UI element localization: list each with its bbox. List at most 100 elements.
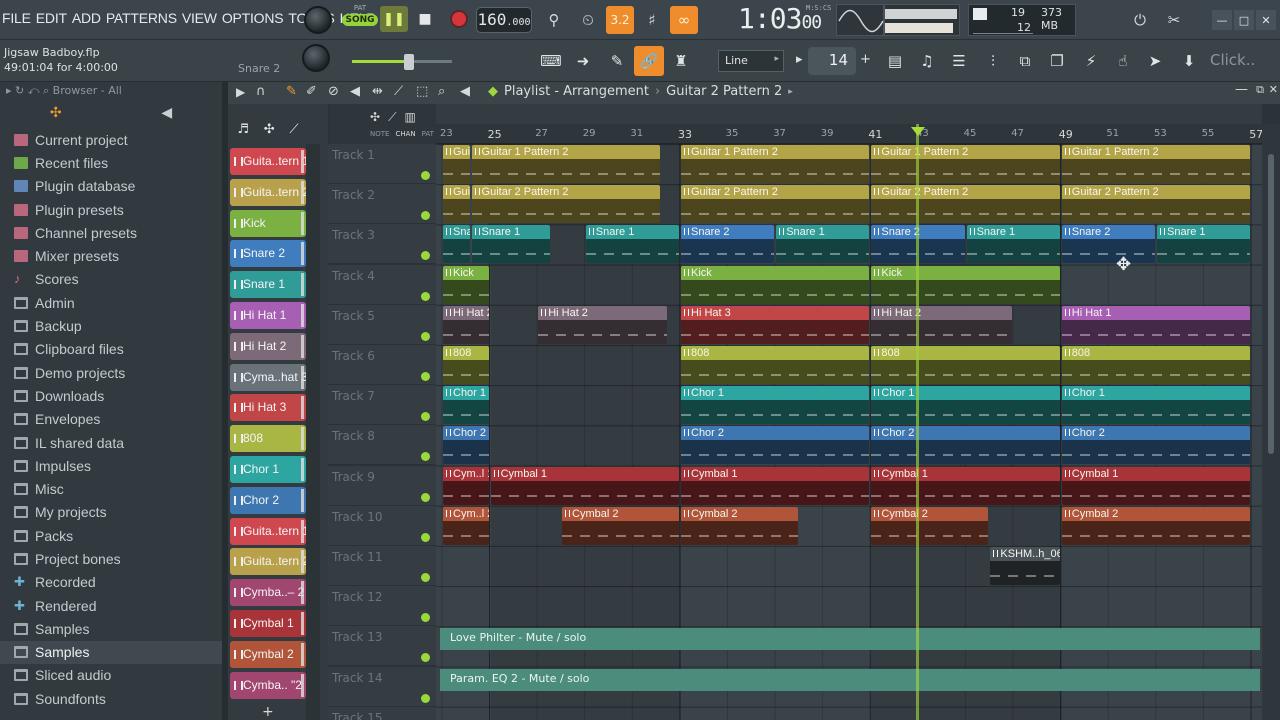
pattern-clip[interactable]: Snare 1: [1157, 225, 1251, 264]
track-header[interactable]: Track 6: [328, 345, 436, 385]
track-header[interactable]: Track 12: [328, 586, 436, 627]
chan-mode-icon[interactable]: ⟋: [388, 110, 396, 125]
pattern-clip[interactable]: Hi Hat 3: [681, 305, 870, 344]
pattern-clip[interactable]: Chor 1: [1061, 386, 1251, 425]
browser-item[interactable]: Demo projects: [0, 361, 222, 384]
panel-minimize-icon[interactable]: —: [1235, 82, 1248, 97]
stop-button[interactable]: ■: [412, 6, 438, 32]
track-header[interactable]: Track 7: [328, 385, 436, 426]
pattern-item[interactable]: 808: [230, 425, 306, 453]
menu-file[interactable]: FILE: [2, 10, 31, 26]
browser-item[interactable]: ✚ Rendered: [0, 594, 222, 617]
piano-roll-icon[interactable]: ♫: [912, 46, 942, 76]
browser-item[interactable]: Soundfonts: [0, 687, 222, 710]
step-edit-button[interactable]: 3.2: [606, 6, 634, 34]
playhead-marker[interactable]: [911, 127, 925, 136]
browser-item[interactable]: Envelopes: [0, 408, 222, 431]
pattern-clip[interactable]: Guitar 2 Pattern 2: [681, 185, 870, 224]
magnet-icon[interactable]: ∩: [256, 84, 266, 99]
browser-item[interactable]: Downloads: [0, 384, 222, 407]
maximize-icon[interactable]: □: [1234, 10, 1254, 30]
paint-icon[interactable]: ✐: [306, 84, 317, 99]
pattern-clip[interactable]: 808: [443, 346, 489, 384]
track-enable-led[interactable]: [421, 331, 430, 341]
playlist-overview[interactable]: [436, 104, 1262, 124]
send-icon[interactable]: ➤: [1140, 46, 1170, 76]
pattern-clip[interactable]: Snare 1: [471, 225, 551, 264]
browser-item[interactable]: Samples: [0, 640, 222, 664]
speaker-icon[interactable]: ◀: [460, 84, 470, 99]
pattern-clip[interactable]: Cym..l 1: [443, 466, 489, 505]
link-small-icon[interactable]: ⟋: [289, 122, 298, 137]
pause-button[interactable]: ❚❚: [380, 6, 408, 32]
track-header[interactable]: Track 9: [328, 465, 436, 506]
pattern-item[interactable]: Kick: [230, 209, 306, 237]
pattern-clip[interactable]: Kick: [443, 265, 489, 304]
loop-record-icon[interactable]: ∞: [670, 6, 698, 34]
pattern-clip[interactable]: Chor 1: [681, 386, 870, 425]
browser-item[interactable]: ♪ Scores: [0, 268, 222, 291]
pattern-clip[interactable]: Cymbal 1: [1061, 466, 1251, 505]
pattern-clip[interactable]: Chor 2: [443, 426, 489, 465]
browser-item[interactable]: Project bones: [0, 547, 222, 570]
link-icon[interactable]: 🔗: [634, 46, 664, 76]
panel-maximize-icon[interactable]: ⧉: [1256, 83, 1264, 97]
pattern-clip[interactable]: Cymbal 1: [490, 466, 679, 505]
track-enable-led[interactable]: [421, 372, 430, 381]
track-enable-led[interactable]: [421, 412, 430, 422]
touch-icon[interactable]: ☝: [1108, 46, 1138, 76]
slice-icon[interactable]: ⟋: [394, 84, 403, 99]
track-enable-led[interactable]: [421, 532, 430, 542]
pattern-clip[interactable]: Cym..l 2: [443, 506, 489, 545]
pattern-clip[interactable]: Guitar 2 Pattern 2: [471, 185, 660, 224]
track-header[interactable]: Track 10: [328, 505, 436, 546]
browser-item[interactable]: Clipboard files: [0, 338, 222, 361]
pattern-clip[interactable]: 808: [681, 346, 870, 384]
pattern-clip[interactable]: Guitar 2 Pattern 2: [871, 185, 1060, 224]
browser-item[interactable]: Admin: [0, 291, 222, 314]
pattern-clip[interactable]: Cymbal 1: [681, 466, 870, 505]
track-enable-led[interactable]: [421, 492, 430, 502]
track-enable-led[interactable]: [421, 251, 430, 261]
close-icon[interactable]: ✕: [1256, 10, 1276, 30]
pattern-item[interactable]: Snare 2: [230, 240, 306, 268]
mute-icon[interactable]: ◀: [350, 84, 360, 99]
track-header[interactable]: Track 13: [328, 626, 436, 667]
record-button[interactable]: [446, 6, 472, 32]
pattern-clip[interactable]: Guitar 1 Pattern 2: [1061, 145, 1251, 183]
pattern-item[interactable]: Chor 1: [230, 456, 306, 483]
panel-close-icon[interactable]: ✕: [1269, 83, 1278, 96]
arrow-right-icon[interactable]: ➜: [568, 46, 598, 76]
move-icon[interactable]: ✣: [264, 122, 275, 137]
browser-item[interactable]: My projects: [0, 501, 222, 524]
pattern-clip[interactable]: Cymbal 2: [1061, 506, 1251, 545]
browser-item[interactable]: Backup: [0, 314, 222, 337]
channel-rack-icon[interactable]: ☰: [944, 46, 974, 76]
pattern-item[interactable]: Hi Hat 2: [230, 332, 306, 360]
pattern-clip[interactable]: Hi Hat 2: [443, 305, 489, 344]
pattern-item[interactable]: Cymbal 2: [230, 640, 306, 668]
pattern-clip[interactable]: Hi Hat 2: [538, 305, 668, 344]
browser-item[interactable]: Current project: [0, 128, 222, 151]
browser-item[interactable]: IL shared data: [0, 431, 222, 454]
pattern-clip[interactable]: 808: [871, 346, 1060, 384]
add-pattern-icon[interactable]: +: [262, 704, 274, 720]
pattern-clip[interactable]: Snare 1: [443, 225, 470, 264]
browser-item[interactable]: Misc: [0, 477, 222, 500]
pattern-item[interactable]: Cyma..hat 3: [230, 363, 306, 391]
snap-select[interactable]: Line ▸: [718, 50, 784, 72]
browser-item[interactable]: Plugin database: [0, 175, 222, 198]
browser-item[interactable]: Recent files: [0, 151, 222, 174]
pattern-item[interactable]: Hi Hat 3: [230, 394, 306, 422]
browser-item[interactable]: Plugin presets: [0, 198, 222, 221]
pattern-clip[interactable]: Chor 1: [871, 386, 1060, 425]
playlist-grid[interactable]: Gui..n 2Guitar 1 Pattern 2Guitar 1 Patte…: [436, 144, 1262, 720]
master-volume-knob[interactable]: [304, 6, 332, 34]
download-icon[interactable]: ⬇: [1174, 46, 1204, 76]
browser-item[interactable]: Mixer presets: [0, 244, 222, 267]
track-enable-led[interactable]: [421, 613, 430, 623]
track-enable-led[interactable]: [421, 291, 430, 301]
track-enable-led[interactable]: [421, 171, 430, 180]
pattern-clip[interactable]: Cymbal 1: [871, 466, 1060, 505]
pattern-clip[interactable]: KSHM..h_06: [990, 547, 1060, 585]
